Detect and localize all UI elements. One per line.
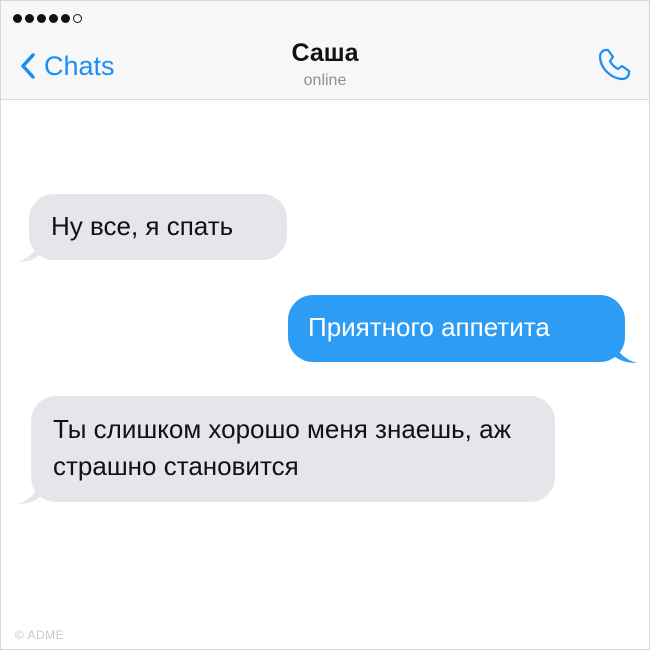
incoming-message-bubble: Ну все, я спать <box>29 194 287 260</box>
signal-dot <box>13 14 22 23</box>
bubble-tail <box>17 241 41 262</box>
signal-dot-empty <box>73 14 82 23</box>
chat-screen: Chats Саша online Ну все, я спать Приятн… <box>0 0 650 650</box>
contact-status: online <box>303 72 347 89</box>
signal-dot <box>49 14 58 23</box>
incoming-message-bubble: Ты слишком хорошо меня знаешь, аж страшн… <box>31 396 555 502</box>
phone-icon[interactable] <box>597 46 633 82</box>
watermark: © ADME <box>15 628 65 642</box>
bubble-tail <box>17 483 41 504</box>
signal-dot <box>25 14 34 23</box>
contact-name: Саша <box>291 39 359 67</box>
bubble-tail <box>613 342 637 363</box>
signal-strength-indicator <box>13 14 82 23</box>
signal-dot <box>61 14 70 23</box>
chat-header: Chats Саша online <box>1 1 649 100</box>
outgoing-message-bubble: Приятного аппетита <box>288 295 625 362</box>
signal-dot <box>37 14 46 23</box>
